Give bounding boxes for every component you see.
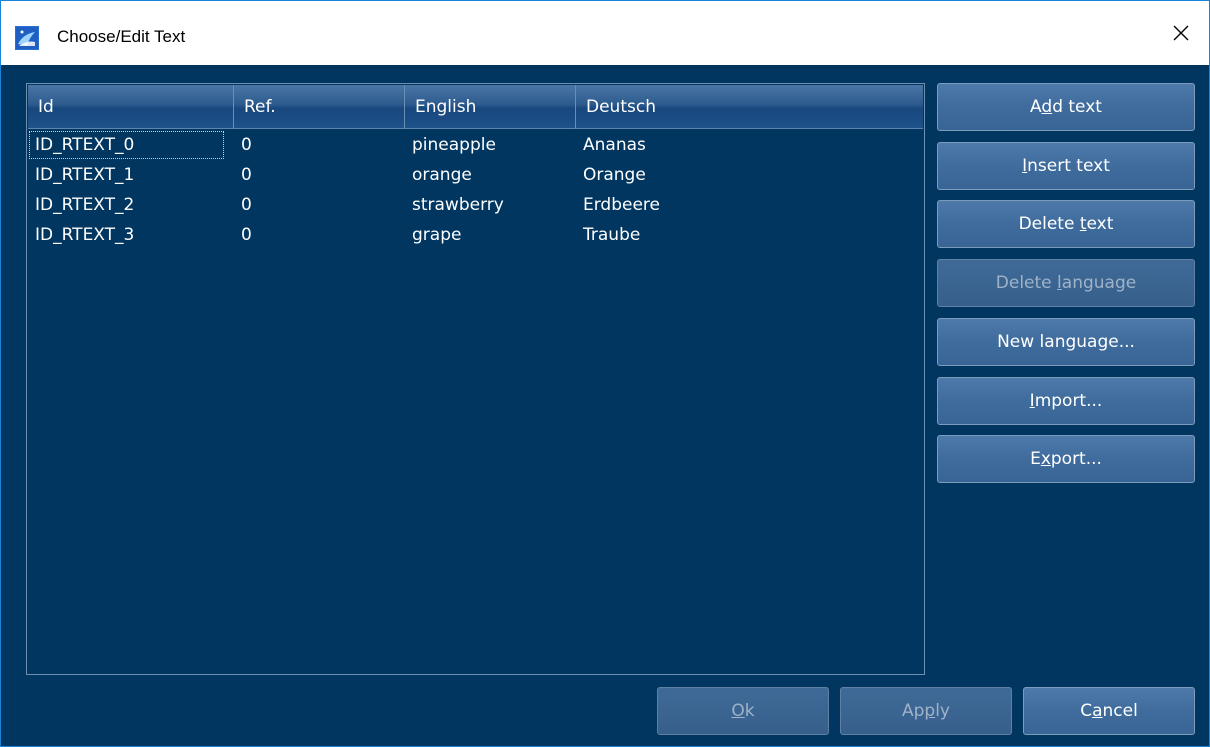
table-row[interactable]: ID_RTEXT_1 0 orange Orange xyxy=(28,160,923,190)
button-label-pre: A xyxy=(1030,97,1042,117)
cell-id[interactable]: ID_RTEXT_2 xyxy=(28,190,234,220)
title-bar[interactable]: Choose/Edit Text xyxy=(1,1,1209,65)
button-mnemonic: d xyxy=(1041,97,1053,117)
import-button[interactable]: Import... xyxy=(937,377,1195,425)
close-icon xyxy=(1173,25,1189,41)
cell-deutsch[interactable]: Erdbeere xyxy=(576,190,924,220)
cell-english[interactable]: orange xyxy=(405,160,576,190)
button-label-post: k xyxy=(744,701,755,721)
cell-ref[interactable]: 0 xyxy=(234,130,405,160)
app-icon xyxy=(15,26,39,50)
table-row[interactable]: ID_RTEXT_3 0 grape Traube xyxy=(28,220,923,250)
cell-english[interactable]: strawberry xyxy=(405,190,576,220)
delete-language-button[interactable]: Delete language xyxy=(937,259,1195,307)
cancel-button[interactable]: Cancel xyxy=(1023,687,1195,735)
cell-ref[interactable]: 0 xyxy=(234,190,405,220)
column-header-deutsch[interactable]: Deutsch xyxy=(576,85,924,129)
button-label-post: d text xyxy=(1052,97,1102,117)
text-table[interactable]: Id Ref. English Deutsch ID_RTEXT_0 0 pin… xyxy=(26,83,925,675)
dialog-window: Choose/Edit Text Id Ref. English Deutsch… xyxy=(0,0,1210,747)
button-label-pre: C xyxy=(1080,701,1093,721)
table-row[interactable]: ID_RTEXT_2 0 strawberry Erdbeere xyxy=(28,190,923,220)
button-mnemonic: a xyxy=(1092,701,1103,721)
cell-ref[interactable]: 0 xyxy=(234,160,405,190)
close-button[interactable] xyxy=(1153,1,1209,65)
button-label-pre: Delete xyxy=(1018,214,1080,234)
column-header-id[interactable]: Id xyxy=(28,85,234,129)
button-mnemonic: t xyxy=(1079,214,1087,234)
cell-deutsch[interactable]: Traube xyxy=(576,220,924,250)
button-mnemonic: O xyxy=(731,701,745,721)
button-label-post: mport... xyxy=(1034,391,1103,411)
button-label-post: port... xyxy=(1050,449,1102,469)
button-label-post: ext xyxy=(1086,214,1114,234)
button-label-pre: New language... xyxy=(997,332,1135,352)
button-label-pre: Delete xyxy=(995,273,1058,293)
cell-id[interactable]: ID_RTEXT_0 xyxy=(28,130,225,160)
cell-english[interactable]: grape xyxy=(405,220,576,250)
export-button[interactable]: Export... xyxy=(937,435,1195,483)
column-header-ref[interactable]: Ref. xyxy=(234,85,405,129)
button-label-post: ly xyxy=(935,701,950,721)
insert-text-button[interactable]: Insert text xyxy=(937,142,1195,190)
button-label-pre: E xyxy=(1030,449,1041,469)
button-label-post: ncel xyxy=(1102,701,1138,721)
cell-id[interactable]: ID_RTEXT_1 xyxy=(28,160,234,190)
button-mnemonic: p xyxy=(924,701,936,721)
cell-id[interactable]: ID_RTEXT_3 xyxy=(28,220,234,250)
apply-button[interactable]: Apply xyxy=(840,687,1012,735)
delete-text-button[interactable]: Delete text xyxy=(937,200,1195,248)
add-text-button[interactable]: Add text xyxy=(937,83,1195,131)
cell-english[interactable]: pineapple xyxy=(405,130,576,160)
button-label-post: anguage xyxy=(1061,273,1137,293)
cell-deutsch[interactable]: Orange xyxy=(576,160,924,190)
table-header: Id Ref. English Deutsch xyxy=(28,85,923,129)
button-mnemonic: x xyxy=(1040,449,1051,469)
button-label-pre: Ap xyxy=(901,701,925,721)
cell-deutsch[interactable]: Ananas xyxy=(576,130,924,160)
column-header-english[interactable]: English xyxy=(405,85,576,129)
cell-ref[interactable]: 0 xyxy=(234,220,405,250)
window-title: Choose/Edit Text xyxy=(57,27,186,46)
table-row[interactable]: ID_RTEXT_0 0 pineapple Ananas xyxy=(28,130,923,160)
button-label-post: nsert text xyxy=(1027,156,1110,176)
new-language-button[interactable]: New language... xyxy=(937,318,1195,366)
ok-button[interactable]: Ok xyxy=(657,687,829,735)
